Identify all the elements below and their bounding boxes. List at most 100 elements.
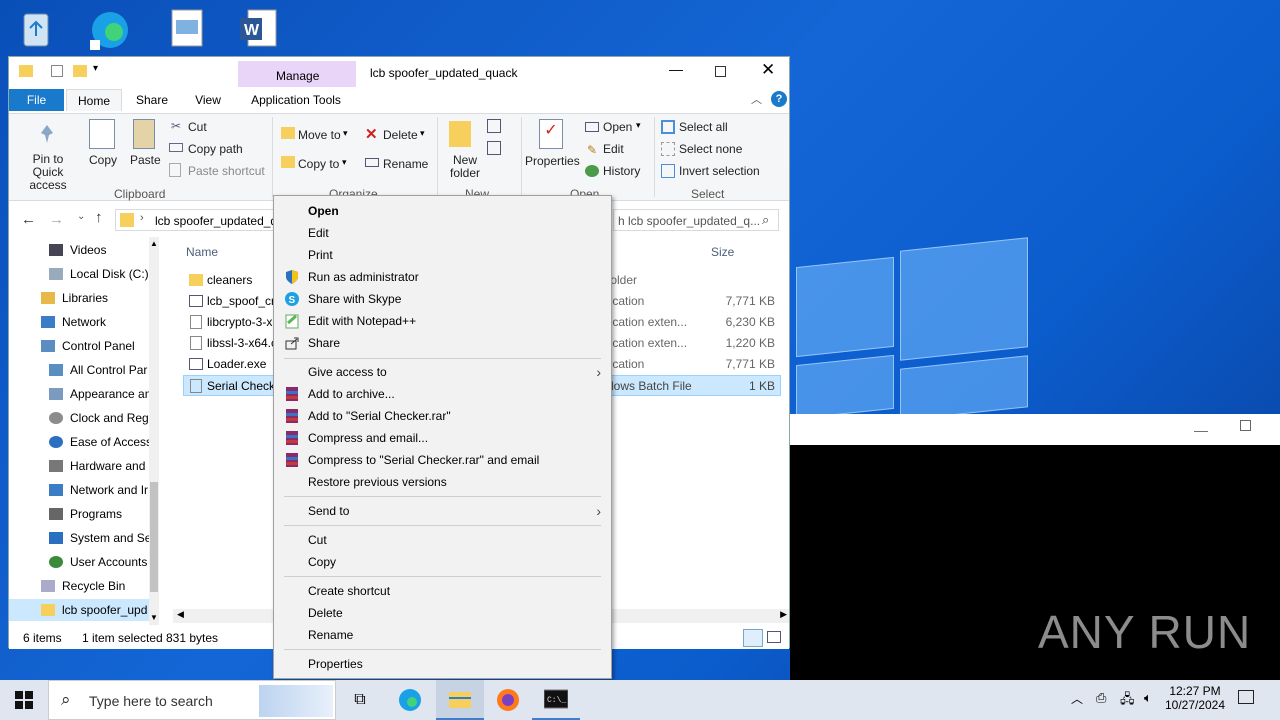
word-document-icon[interactable]: W [238, 6, 282, 50]
copy-path-button[interactable]: Copy path [188, 142, 243, 156]
select-none-button[interactable]: Select none [679, 142, 742, 156]
nav-item-hardware[interactable]: Hardware and [9, 455, 149, 477]
properties-qa-icon[interactable] [51, 65, 63, 77]
maximize-icon[interactable] [1240, 420, 1251, 431]
properties-button[interactable]: Properties [525, 154, 580, 168]
open-button[interactable]: Open [603, 120, 632, 134]
menu-item-edit[interactable]: Edit [274, 222, 611, 244]
menu-item-share-skype[interactable]: S Share with Skype [274, 288, 611, 310]
menu-item-delete[interactable]: Delete [274, 602, 611, 624]
menu-item-cut[interactable]: Cut [274, 529, 611, 551]
select-all-button[interactable]: Select all [679, 120, 728, 134]
nav-item-network[interactable]: Network [9, 311, 149, 333]
help-icon[interactable]: ? [771, 91, 787, 107]
maximize-icon[interactable] [715, 66, 726, 77]
new-folder-qa-icon[interactable] [73, 65, 87, 77]
nav-item-programs[interactable]: Programs [9, 503, 149, 525]
taskbar-firefox[interactable] [484, 680, 532, 720]
details-view-icon[interactable] [743, 629, 763, 647]
search-box[interactable]: h lcb spoofer_updated_q... ⌕ [613, 209, 779, 231]
nav-item-all-control-panel[interactable]: All Control Par [9, 359, 149, 381]
scroll-left-icon[interactable]: ◀ [177, 609, 184, 620]
nav-item-current-folder[interactable]: lcb spoofer_upd [9, 599, 149, 621]
copy-to-button[interactable]: Copy to [298, 157, 339, 171]
device-icon[interactable]: ⎙ [1096, 690, 1106, 706]
tab-home[interactable]: Home [66, 89, 122, 111]
edit-button[interactable]: Edit [603, 142, 624, 156]
paste-shortcut-button[interactable]: Paste shortcut [188, 164, 265, 178]
pin-to-quick-access-button[interactable]: Pin to Quick access [17, 153, 79, 192]
nav-item-videos[interactable]: Videos [9, 239, 149, 261]
notifications-icon[interactable] [1238, 690, 1254, 704]
menu-item-add-rar[interactable]: Add to "Serial Checker.rar" [274, 405, 611, 427]
recycle-bin-icon[interactable] [14, 6, 58, 50]
clock[interactable]: 12:27 PM 10/27/2024 [1160, 682, 1230, 718]
menu-item-copy[interactable]: Copy [274, 551, 611, 573]
nav-item-system-security[interactable]: System and Sec [9, 527, 149, 549]
forward-arrow-icon[interactable]: → [49, 211, 64, 228]
nav-item-control-panel[interactable]: Control Panel [9, 335, 149, 357]
menu-item-print[interactable]: Print [274, 244, 611, 266]
image-file-icon[interactable] [166, 6, 210, 50]
menu-item-give-access[interactable]: Give access to › [274, 361, 611, 383]
console-titlebar[interactable]: — [790, 414, 1280, 445]
nav-item-network-internet[interactable]: Network and Ir [9, 479, 149, 501]
paste-button[interactable]: Paste [130, 153, 161, 167]
easy-access-icon[interactable] [487, 141, 501, 155]
tab-view[interactable]: View [185, 89, 231, 111]
tab-file[interactable]: File [9, 89, 64, 111]
close-icon[interactable]: ✕ [761, 60, 775, 80]
menu-item-run-as-admin[interactable]: Run as administrator [274, 266, 611, 288]
rename-button[interactable]: Rename [383, 157, 428, 171]
menu-item-restore-versions[interactable]: Restore previous versions [274, 471, 611, 493]
nav-item-local-disk[interactable]: Local Disk (C:) [9, 263, 149, 285]
column-name[interactable]: Name [186, 245, 218, 259]
edge-icon[interactable] [88, 6, 132, 50]
menu-item-add-archive[interactable]: Add to archive... [274, 383, 611, 405]
move-to-button[interactable]: Move to [298, 128, 341, 142]
menu-item-open[interactable]: Open [274, 200, 611, 222]
new-folder-button[interactable]: New folder [445, 154, 485, 180]
copy-button[interactable]: Copy [89, 153, 117, 167]
volume-icon[interactable]: 🔈︎ [1144, 690, 1152, 706]
scroll-up-icon[interactable]: ▲ [150, 239, 158, 248]
menu-item-properties[interactable]: Properties [274, 653, 611, 675]
menu-item-compress-email[interactable]: Compress and email... [274, 427, 611, 449]
delete-button[interactable]: Delete [383, 128, 418, 142]
scroll-down-icon[interactable]: ▼ [150, 613, 158, 622]
cut-button[interactable]: Cut [188, 120, 207, 134]
nav-item-appearance[interactable]: Appearance an [9, 383, 149, 405]
minimize-icon[interactable]: — [669, 61, 683, 77]
qa-dropdown-icon[interactable]: ▾ [93, 63, 98, 74]
new-item-icon[interactable] [487, 119, 501, 133]
network-status-icon[interactable]: 🖧 [1120, 690, 1135, 712]
up-arrow-icon[interactable]: ↑ [95, 209, 103, 226]
minimize-icon[interactable]: — [1194, 422, 1208, 438]
nav-item-ease-of-access[interactable]: Ease of Access [9, 431, 149, 453]
invert-selection-button[interactable]: Invert selection [679, 164, 760, 178]
tab-application-tools[interactable]: Application Tools [241, 89, 351, 111]
menu-item-rename[interactable]: Rename [274, 624, 611, 646]
scroll-right-icon[interactable]: ▶ [780, 609, 787, 620]
tab-share[interactable]: Share [129, 89, 175, 111]
start-button[interactable] [0, 680, 48, 720]
nav-item-recycle-bin[interactable]: Recycle Bin [9, 575, 149, 597]
taskbar-file-explorer[interactable] [436, 680, 484, 720]
menu-item-create-shortcut[interactable]: Create shortcut [274, 580, 611, 602]
menu-item-send-to[interactable]: Send to › [274, 500, 611, 522]
nav-scrollbar[interactable]: ▲ ▼ [149, 237, 159, 625]
column-size[interactable]: Size [711, 245, 734, 259]
history-button[interactable]: History [603, 164, 640, 178]
large-icons-view-icon[interactable] [767, 631, 781, 643]
taskbar-edge[interactable] [386, 680, 434, 720]
taskbar-search-box[interactable]: ⌕ Type here to search [48, 680, 336, 720]
nav-item-libraries[interactable]: Libraries [9, 287, 149, 309]
collapse-ribbon-icon[interactable]: ︿ [751, 91, 762, 107]
menu-item-notepad-plus[interactable]: Edit with Notepad++ [274, 310, 611, 332]
taskbar-cmd[interactable]: C:\_ [532, 680, 580, 720]
scroll-thumb[interactable] [150, 482, 158, 592]
show-hidden-icons-icon[interactable]: ︿ [1071, 690, 1083, 707]
menu-item-compress-rar-email[interactable]: Compress to "Serial Checker.rar" and ema… [274, 449, 611, 471]
back-arrow-icon[interactable]: ← [21, 211, 36, 228]
menu-item-share[interactable]: Share [274, 332, 611, 354]
